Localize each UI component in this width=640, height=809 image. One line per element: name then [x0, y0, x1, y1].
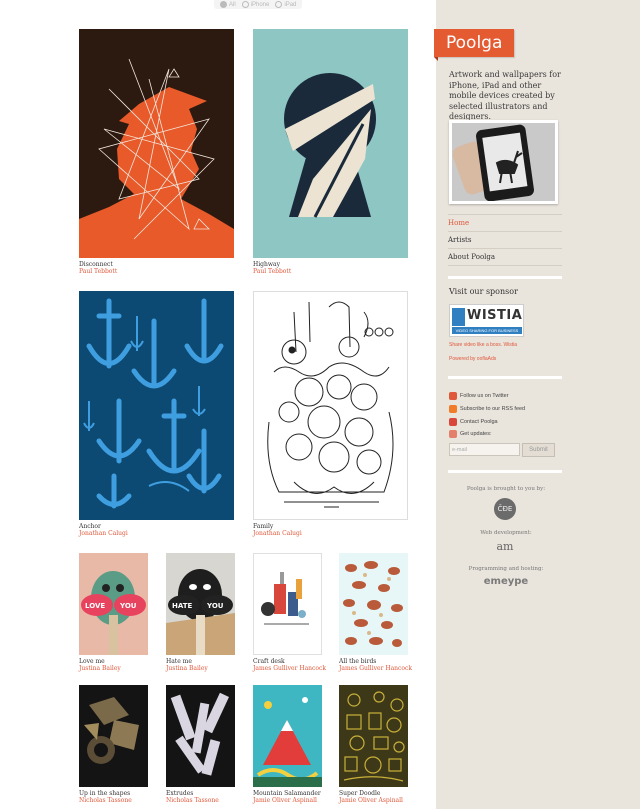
gallery-item[interactable]: Anchor Jonathan Calugi: [79, 291, 234, 537]
twitter-icon: [449, 392, 457, 400]
contact-link[interactable]: Contact Poolga: [449, 418, 498, 426]
gallery: Disconnect Paul Tebbott Highway Paul Teb…: [0, 0, 436, 809]
art-author[interactable]: Justina Bailey: [166, 665, 235, 672]
divider: [448, 470, 562, 473]
nav-artists[interactable]: Artists: [448, 232, 562, 249]
artwork-up-in-the-shapes[interactable]: [79, 685, 148, 787]
updates-label: Get updates:: [449, 430, 492, 438]
gallery-item[interactable]: Up in the shapes Nicholas Tassone: [79, 685, 148, 804]
gallery-item[interactable]: Highway Paul Tebbott: [253, 29, 408, 275]
artwork-highway[interactable]: [253, 29, 408, 258]
art-title: Up in the shapes: [79, 790, 131, 797]
email-input[interactable]: e-mail: [449, 443, 520, 456]
hosting-label: Programming and hosting:: [468, 566, 544, 572]
art-text-you: YOU: [119, 602, 137, 610]
twitter-label: Follow us on Twitter: [460, 393, 509, 399]
art-title: Disconnect: [79, 261, 113, 268]
art-author[interactable]: Nicholas Tassone: [166, 797, 235, 804]
updates-icon: [449, 430, 457, 438]
art-title: Super Doodle: [339, 790, 381, 797]
artwork-love-me[interactable]: LOVE YOU: [79, 553, 148, 655]
artwork-extrudes[interactable]: [166, 685, 235, 787]
nav-about[interactable]: About Poolga: [448, 249, 562, 266]
divider: [448, 276, 562, 279]
rss-icon: [449, 405, 457, 413]
art-title: Highway: [253, 261, 280, 268]
mail-icon: [449, 418, 457, 426]
art-author[interactable]: James Gulliver Hancock: [339, 665, 412, 672]
sponsor-link[interactable]: Share video like a boss. Wistia: [449, 342, 517, 348]
gallery-item[interactable]: Family Jonathan Calugi: [253, 291, 408, 537]
art-author[interactable]: Jamie Oliver Aspinall: [253, 797, 322, 804]
artwork-mountain-salamander[interactable]: [253, 685, 322, 787]
site-tagline: Artwork and wallpapers for iPhone, iPad …: [449, 70, 561, 121]
partner-logo-emeype[interactable]: emeype: [449, 576, 563, 587]
gallery-item[interactable]: Mountain Salamander Jamie Oliver Aspinal…: [253, 685, 322, 804]
art-text-hate: HATE: [172, 602, 193, 610]
art-author[interactable]: Nicholas Tassone: [79, 797, 148, 804]
updates-text: Get updates:: [460, 431, 492, 437]
gallery-item[interactable]: Extrudes Nicholas Tassone: [166, 685, 235, 804]
rss-link[interactable]: Subscribe to our RSS feed: [449, 405, 525, 413]
artwork-anchor[interactable]: [79, 291, 234, 520]
gallery-item[interactable]: Super Doodle Jamie Oliver Aspinall: [339, 685, 408, 804]
art-author[interactable]: Paul Tebbott: [79, 268, 234, 275]
rss-label: Subscribe to our RSS feed: [460, 406, 526, 412]
gallery-item[interactable]: Craft desk James Gulliver Hancock: [253, 553, 326, 672]
gallery-item[interactable]: Disconnect Paul Tebbott: [79, 29, 234, 275]
gallery-item[interactable]: HATE YOU Hate me Justina Bailey: [166, 553, 235, 672]
contact-label: Contact Poolga: [460, 419, 498, 425]
brought-by-label: Poolga is brought to you by:: [466, 486, 546, 492]
art-author[interactable]: Jonathan Calugi: [253, 530, 408, 537]
art-title: All the birds: [339, 658, 377, 665]
sponsor-logo-text: WISTIA: [467, 308, 523, 323]
artwork-craft-desk[interactable]: [253, 553, 322, 655]
powered-by[interactable]: Powered by ooflaAds: [449, 356, 496, 362]
art-text-love: LOVE: [85, 602, 105, 610]
partner-logo-cde[interactable]: ČĐE: [494, 498, 516, 520]
artwork-super-doodle[interactable]: [339, 685, 408, 787]
art-author[interactable]: James Gulliver Hancock: [253, 665, 326, 672]
art-title: Anchor: [79, 523, 101, 530]
art-title: Hate me: [166, 658, 192, 665]
gallery-item[interactable]: LOVE YOU Love me Justina Bailey: [79, 553, 148, 672]
sponsor-sub-text: VIDEO SHARING FOR BUSINESS: [452, 327, 522, 334]
art-text-you: YOU: [206, 602, 224, 610]
art-author[interactable]: Jonathan Calugi: [79, 530, 234, 537]
sponsor-banner[interactable]: WISTIA VIDEO SHARING FOR BUSINESS: [449, 304, 524, 337]
art-author[interactable]: Justina Bailey: [79, 665, 148, 672]
divider: [448, 376, 562, 379]
gallery-item[interactable]: All the birds James Gulliver Hancock: [339, 553, 412, 672]
art-title: Mountain Salamander: [253, 790, 321, 797]
art-title: Craft desk: [253, 658, 285, 665]
submit-button[interactable]: Submit: [522, 443, 555, 457]
art-title: Family: [253, 523, 274, 530]
twitter-link[interactable]: Follow us on Twitter: [449, 392, 509, 400]
artwork-all-the-birds[interactable]: [339, 553, 408, 655]
art-title: Extrudes: [166, 790, 194, 797]
art-author[interactable]: Jamie Oliver Aspinall: [339, 797, 408, 804]
art-author[interactable]: Paul Tebbott: [253, 268, 408, 275]
iphone-photo-image: [452, 123, 555, 202]
artwork-hate-me[interactable]: HATE YOU: [166, 553, 235, 655]
artwork-family[interactable]: [253, 291, 408, 520]
site-logo[interactable]: Poolga: [434, 29, 514, 61]
web-dev-label: Web development:: [480, 530, 532, 536]
featured-photo: [449, 120, 558, 204]
partner-logo-am[interactable]: am: [494, 540, 516, 553]
nav-home[interactable]: Home: [448, 214, 562, 232]
sponsor-heading: Visit our sponsor: [449, 287, 518, 296]
art-title: Love me: [79, 658, 105, 665]
main-nav: Home Artists About Poolga: [448, 214, 562, 266]
artwork-disconnect[interactable]: [79, 29, 234, 258]
